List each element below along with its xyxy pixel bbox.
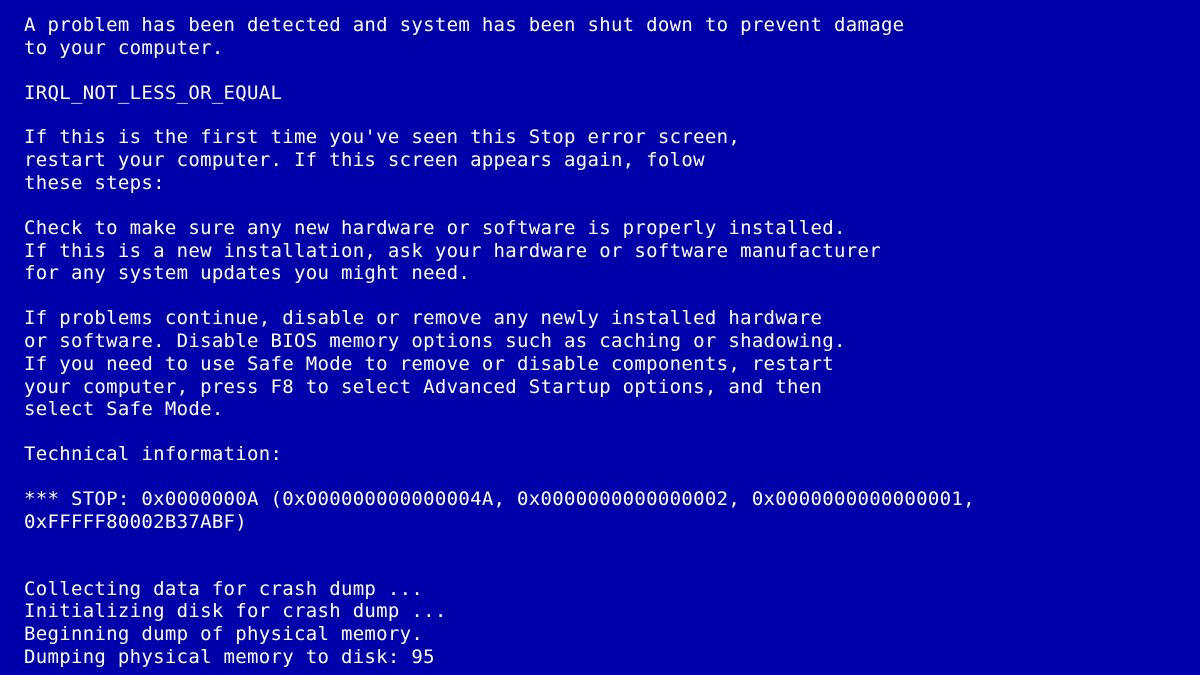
bsod-dump-status: Collecting data for crash dump ... Initi… (24, 578, 1176, 669)
bsod-technical-info-label: Technical information: (24, 443, 1176, 466)
bsod-first-time-instructions: If this is the first time you've seen th… (24, 126, 1176, 194)
bsod-stop-code: *** STOP: 0x0000000A (0x000000000000004A… (24, 488, 1176, 534)
bsod-error-code: IRQL_NOT_LESS_OR_EQUAL (24, 82, 1176, 105)
bsod-spacer (24, 556, 1176, 578)
bsod-header: A problem has been detected and system h… (24, 14, 1176, 60)
bsod-spacer (24, 534, 1176, 556)
bsod-check-hardware: Check to make sure any new hardware or s… (24, 217, 1176, 285)
bsod-if-problems-continue: If problems continue, disable or remove … (24, 307, 1176, 421)
